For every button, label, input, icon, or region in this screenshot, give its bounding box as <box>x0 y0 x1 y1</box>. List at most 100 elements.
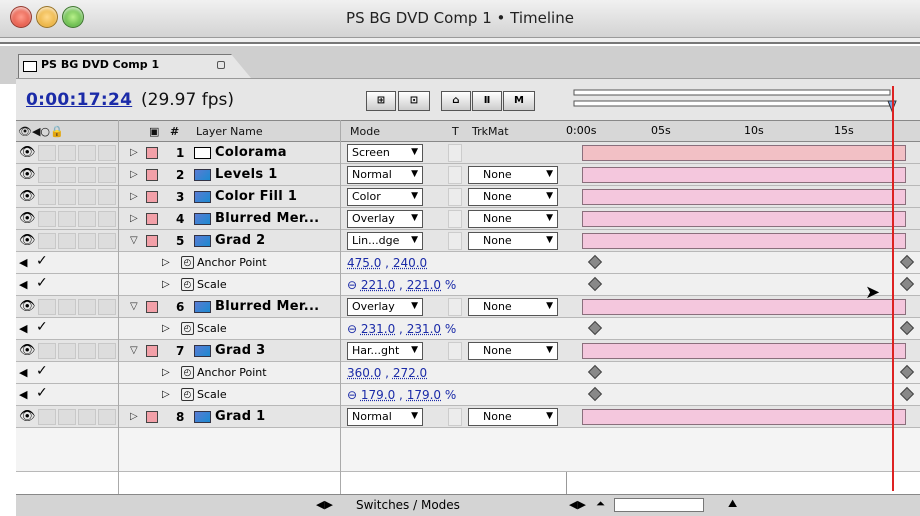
label-color[interactable] <box>146 191 158 203</box>
switch-box[interactable] <box>78 167 96 183</box>
layer-name[interactable]: Colorama <box>215 145 287 160</box>
switch-box[interactable] <box>78 145 96 161</box>
property-value[interactable]: 360.0 , 272.0 <box>347 366 427 380</box>
preserve-transparency-box[interactable] <box>448 144 462 162</box>
keyframe-start[interactable] <box>587 254 603 270</box>
preserve-transparency-box[interactable] <box>448 408 462 426</box>
layer-row[interactable]: 👁 ▽ 6 Blurred Mer... Overlay ▼ None ▼ <box>16 296 920 318</box>
keyframe-end[interactable] <box>899 386 915 402</box>
layer-duration-bar[interactable] <box>582 167 906 183</box>
property-row[interactable]: ◀ ✓ ▷ ◴ Scale ⊖ 179.0 , 179.0 % <box>16 384 920 406</box>
label-color[interactable] <box>146 235 158 247</box>
value-x[interactable]: 231.0 <box>361 322 395 336</box>
trkmat-select[interactable]: None ▼ <box>468 188 558 206</box>
expand-panes-icon[interactable]: ◀▶ <box>316 498 333 511</box>
switch-box[interactable] <box>78 343 96 359</box>
property-value[interactable]: ⊖ 231.0 , 231.0 % <box>347 322 456 336</box>
trkmat-select[interactable]: None ▼ <box>468 298 558 316</box>
layer-name[interactable]: Levels 1 <box>215 167 278 182</box>
preserve-transparency-box[interactable] <box>448 210 462 228</box>
link-icon[interactable]: ⊖ <box>347 322 361 336</box>
label-color[interactable] <box>146 169 158 181</box>
stopwatch-icon[interactable]: ◴ <box>181 322 194 335</box>
mode-select[interactable]: Color ▼ <box>347 188 423 206</box>
layer-duration-bar[interactable] <box>582 189 906 205</box>
expand-triangle-icon[interactable]: ▷ <box>130 411 138 422</box>
keyframe-checkbox[interactable]: ✓ <box>36 363 48 379</box>
frame-blending-button[interactable]: Ⅱ <box>472 91 502 111</box>
mode-select[interactable]: Screen ▼ <box>347 144 423 162</box>
expand-triangle-icon[interactable]: ▷ <box>130 147 138 158</box>
layer-row[interactable]: 👁 ▷ 1 Colorama Screen ▼ <box>16 142 920 164</box>
keyframe-end[interactable] <box>899 320 915 336</box>
property-value[interactable]: 475.0 , 240.0 <box>347 256 427 270</box>
layer-row[interactable]: 👁 ▷ 3 Color Fill 1 Color ▼ None ▼ <box>16 186 920 208</box>
switch-box[interactable] <box>78 409 96 425</box>
property-row[interactable]: ◀ ✓ ▷ ◴ Scale ⊖ 221.0 , 221.0 % <box>16 274 920 296</box>
property-value[interactable]: ⊖ 221.0 , 221.0 % <box>347 278 456 292</box>
switch-box[interactable] <box>78 189 96 205</box>
switch-box[interactable] <box>58 167 76 183</box>
switch-box[interactable] <box>98 167 116 183</box>
keyframe-end[interactable] <box>899 364 915 380</box>
expand-triangle-icon[interactable]: ▷ <box>162 323 170 334</box>
switch-box[interactable] <box>98 299 116 315</box>
keyframe-start[interactable] <box>587 320 603 336</box>
keyframe-end[interactable] <box>899 254 915 270</box>
switch-box[interactable] <box>98 343 116 359</box>
layer-duration-bar[interactable] <box>582 299 906 315</box>
layer-duration-bar[interactable] <box>582 343 906 359</box>
tab-comp[interactable]: PS BG DVD Comp 1 <box>18 54 232 78</box>
mode-select[interactable]: Overlay ▼ <box>347 298 423 316</box>
switches-modes-toggle[interactable]: Switches / Modes <box>356 498 460 512</box>
eye-icon[interactable]: 👁 <box>19 211 36 226</box>
motion-blur-button[interactable]: M <box>503 91 535 111</box>
work-area-slider[interactable] <box>572 87 898 113</box>
value-y[interactable]: 240.0 <box>393 256 427 270</box>
time-ruler[interactable]: 0:00s 05s 10s 15s <box>566 120 896 142</box>
preserve-transparency-box[interactable] <box>448 232 462 250</box>
layer-name[interactable]: Grad 2 <box>215 233 266 248</box>
eye-icon[interactable]: 👁 <box>19 189 36 204</box>
eye-icon[interactable]: 👁 <box>19 299 36 314</box>
preserve-transparency-box[interactable] <box>448 342 462 360</box>
eye-icon[interactable]: 👁 <box>19 145 36 160</box>
keyframe-checkbox[interactable]: ✓ <box>36 275 48 291</box>
current-timecode[interactable]: 0:00:17:24 <box>26 90 132 110</box>
value-y[interactable]: 231.0 <box>407 322 441 336</box>
expand-triangle-icon[interactable]: ▽ <box>130 235 138 246</box>
trkmat-select[interactable]: None ▼ <box>468 232 558 250</box>
comp-marker-button[interactable]: ⊞ <box>366 91 396 111</box>
label-color[interactable] <box>146 213 158 225</box>
layer-row[interactable]: 👁 ▷ 2 Levels 1 Normal ▼ None ▼ <box>16 164 920 186</box>
layer-duration-bar[interactable] <box>582 409 906 425</box>
switch-box[interactable] <box>38 167 56 183</box>
switch-box[interactable] <box>98 211 116 227</box>
preserve-transparency-box[interactable] <box>448 188 462 206</box>
expand-triangle-icon[interactable]: ▷ <box>130 169 138 180</box>
property-value[interactable]: ⊖ 179.0 , 179.0 % <box>347 388 456 402</box>
keyframe-start[interactable] <box>587 276 603 292</box>
layer-row[interactable]: 👁 ▽ 7 Grad 3 Har...ght ▼ None ▼ <box>16 340 920 362</box>
stopwatch-icon[interactable]: ◴ <box>181 366 194 379</box>
live-update-button[interactable]: ⊡ <box>398 91 430 111</box>
switch-box[interactable] <box>58 409 76 425</box>
link-icon[interactable]: ⊖ <box>347 278 361 292</box>
expand-triangle-icon[interactable]: ▽ <box>130 301 138 312</box>
layer-name[interactable]: Blurred Mer... <box>215 299 319 314</box>
switch-box[interactable] <box>38 189 56 205</box>
value-x[interactable]: 179.0 <box>361 388 395 402</box>
value-y[interactable]: 221.0 <box>407 278 441 292</box>
keyframe-checkbox[interactable]: ✓ <box>36 319 48 335</box>
eye-icon[interactable]: 👁 <box>19 233 36 248</box>
expand-triangle-icon[interactable]: ▷ <box>130 191 138 202</box>
label-color[interactable] <box>146 345 158 357</box>
layer-name[interactable]: Grad 3 <box>215 343 266 358</box>
switch-box[interactable] <box>58 343 76 359</box>
zoom-out-icon[interactable]: ⏶ <box>596 497 605 511</box>
trkmat-select[interactable]: None ▼ <box>468 408 558 426</box>
layer-name[interactable]: Grad 1 <box>215 409 266 424</box>
keyframe-nav-icon[interactable]: ◀ <box>19 278 27 291</box>
switch-box[interactable] <box>38 343 56 359</box>
layer-row[interactable]: 👁 ▽ 5 Grad 2 Lin...dge ▼ None ▼ <box>16 230 920 252</box>
